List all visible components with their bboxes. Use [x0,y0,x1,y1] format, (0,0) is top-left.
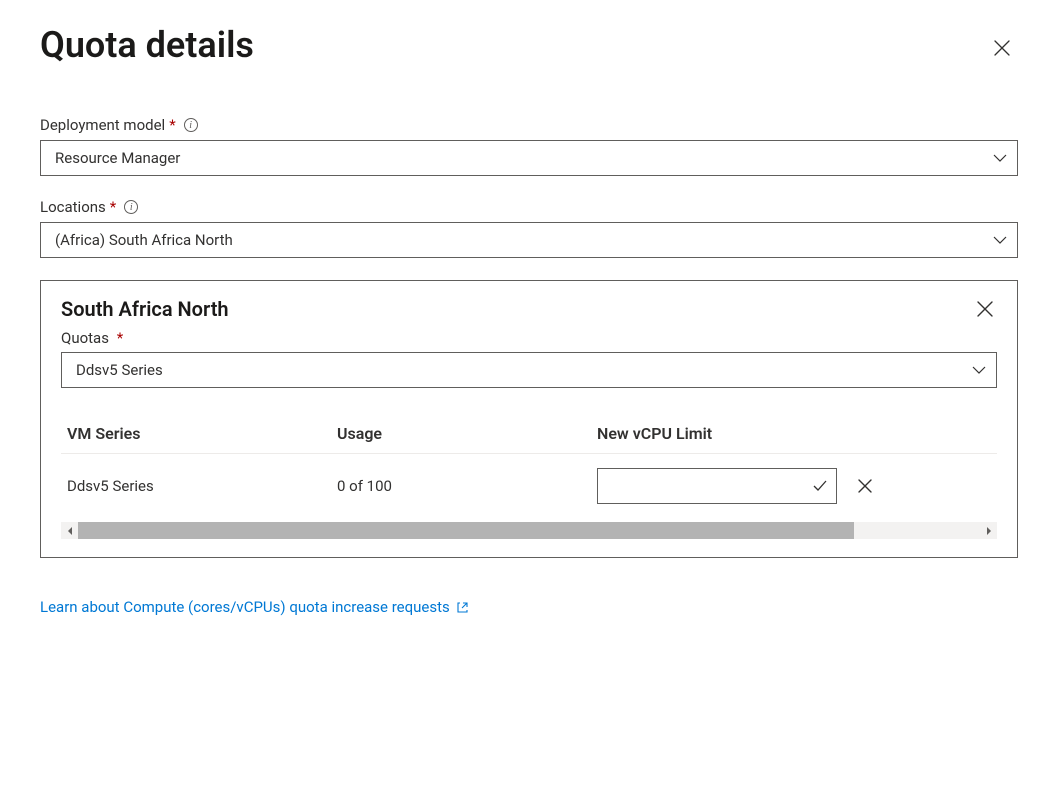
deployment-model-label-row: Deployment model * i [40,116,1018,134]
close-icon [976,300,994,318]
deployment-model-dropdown[interactable]: Resource Manager [40,140,1018,176]
check-icon [812,478,828,494]
quotas-value: Ddsv5 Series [76,361,163,379]
new-limit-input[interactable] [597,468,837,504]
required-indicator: * [110,198,116,216]
remove-location-button[interactable] [973,297,997,321]
scrollbar-track[interactable] [78,522,980,539]
info-icon[interactable]: i [124,200,138,214]
locations-label: Locations [40,198,106,216]
quota-table: VM Series Usage New vCPU Limit Ddsv5 Ser… [61,416,997,522]
learn-more-link-row: Learn about Compute (cores/vCPUs) quota … [40,598,1018,616]
table-row: Ddsv5 Series 0 of 100 [61,454,997,522]
cell-vm-series: Ddsv5 Series [67,477,337,495]
learn-more-link[interactable]: Learn about Compute (cores/vCPUs) quota … [40,598,450,616]
col-header-new-limit: New vCPU Limit [597,424,991,443]
col-header-vm-series: VM Series [67,424,337,443]
location-panel-header: South Africa North [61,297,997,321]
caret-right-icon [985,526,993,536]
scroll-right-button[interactable] [980,522,997,539]
scroll-left-button[interactable] [61,522,78,539]
quotas-label: Quotas [61,329,109,347]
deployment-model-field: Deployment model * i Resource Manager [40,116,1018,176]
locations-value: (Africa) South Africa North [55,231,233,249]
quota-details-panel: Quota details Deployment model * i Resou… [0,0,1058,656]
location-panel-title: South Africa North [61,297,229,321]
col-header-usage: Usage [337,424,597,443]
chevron-down-icon [972,363,986,377]
table-header-row: VM Series Usage New vCPU Limit [61,416,997,454]
panel-header: Quota details [40,24,1018,116]
location-quota-panel: South Africa North Quotas * Ddsv5 Series… [40,280,1018,558]
quotas-dropdown[interactable]: Ddsv5 Series [61,352,997,388]
required-indicator: * [169,116,175,134]
scrollbar-thumb[interactable] [78,522,854,539]
cell-new-limit [597,468,991,504]
deployment-model-value: Resource Manager [55,149,180,167]
close-icon [993,39,1011,57]
chevron-down-icon [993,233,1007,247]
chevron-down-icon [993,151,1007,165]
horizontal-scrollbar[interactable] [61,522,997,539]
remove-row-button[interactable] [853,474,877,498]
locations-dropdown[interactable]: (Africa) South Africa North [40,222,1018,258]
quotas-label-row: Quotas * [61,329,997,347]
cell-usage: 0 of 100 [337,477,597,495]
page-title: Quota details [40,24,254,66]
caret-left-icon [66,526,74,536]
info-icon[interactable]: i [184,118,198,132]
close-panel-button[interactable] [986,32,1018,64]
external-link-icon [456,601,469,614]
locations-field: Locations * i (Africa) South Africa Nort… [40,198,1018,258]
close-icon [857,478,873,494]
deployment-model-label: Deployment model [40,116,165,134]
locations-label-row: Locations * i [40,198,1018,216]
required-indicator: * [117,329,123,347]
